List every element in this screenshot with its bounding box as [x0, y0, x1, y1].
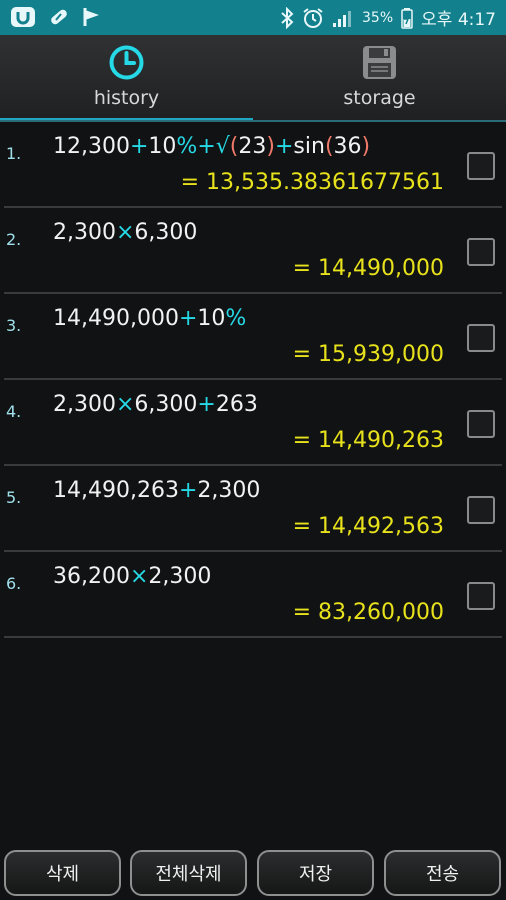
app-u-icon	[11, 7, 35, 27]
expression-operator: √	[215, 134, 230, 159]
history-row-checkbox[interactable]	[467, 152, 495, 180]
expression-operand: 10	[148, 134, 177, 159]
history-row[interactable]: 2. 2,300×6,300 = 14,490,000	[4, 208, 502, 294]
history-row-checkbox[interactable]	[467, 324, 495, 352]
history-result: = 83,260,000	[292, 600, 444, 625]
history-row[interactable]: 6. 36,200×2,300 = 83,260,000	[4, 552, 502, 638]
history-row-number: 4.	[6, 402, 22, 421]
tab-history[interactable]: history	[0, 35, 253, 122]
history-row-checkbox[interactable]	[467, 582, 495, 610]
tab-bar: history storage	[0, 35, 506, 122]
history-row-number: 3.	[6, 316, 22, 335]
history-row-checkbox[interactable]	[467, 410, 495, 438]
history-result: = 13,535.38361677561	[180, 170, 444, 195]
notification-icons	[10, 6, 102, 28]
expression-operator: ×	[129, 564, 149, 589]
history-row[interactable]: 4. 2,300×6,300+263 = 14,490,263	[4, 380, 502, 466]
history-row[interactable]: 3. 14,490,000+10% = 15,939,000	[4, 294, 502, 380]
history-row-number: 1.	[6, 144, 22, 163]
send-button[interactable]: 전송	[384, 850, 501, 896]
expression-operator: +	[178, 478, 198, 503]
expression-operator: (	[324, 134, 334, 159]
expression-operand: 12,300	[53, 134, 130, 159]
expression-operand: 36,200	[53, 564, 130, 589]
tab-storage-label: storage	[343, 87, 416, 109]
expression-operator: )	[266, 134, 275, 159]
battery-percent: 35%	[362, 9, 394, 26]
history-expression: 12,300+10%+√(23)+sin(36)	[53, 134, 370, 159]
history-row-number: 2.	[6, 230, 22, 249]
tab-history-label: history	[93, 87, 160, 109]
tab-storage[interactable]: storage	[253, 35, 506, 122]
expression-operator: +	[129, 134, 149, 159]
history-row-number: 5.	[6, 488, 22, 507]
expression-operand: 36	[333, 134, 362, 159]
history-list: 1. 12,300+10%+√(23)+sin(36) = 13,535.38361…	[0, 122, 506, 638]
history-expression: 36,200×2,300	[53, 564, 211, 589]
history-row[interactable]: 1. 12,300+10%+√(23)+sin(36) = 13,535.38361…	[4, 122, 502, 208]
expression-operator: +	[197, 392, 216, 417]
flag-icon	[83, 8, 99, 26]
alarm-icon	[303, 7, 323, 28]
bluetooth-icon	[281, 6, 294, 29]
history-expression: 14,490,263+2,300	[53, 478, 260, 503]
expression-operator: +	[178, 306, 198, 331]
expression-operand: 6,300	[134, 392, 198, 417]
expression-operand: 2,300	[148, 564, 212, 589]
expression-operator: ×	[115, 392, 135, 417]
expression-operator: +	[197, 134, 216, 159]
expression-operand: 2,300	[53, 392, 116, 417]
expression-operand: sin	[293, 134, 325, 159]
expression-operand: 6,300	[134, 220, 198, 245]
expression-operator: %	[176, 134, 198, 159]
system-tray: 35% 오후 4:17	[280, 0, 496, 35]
signal-icon	[333, 10, 352, 27]
delete-button[interactable]: 삭제	[4, 850, 121, 896]
history-result: = 14,490,263	[292, 428, 444, 453]
expression-operand: 10	[197, 306, 226, 331]
expression-operator: +	[274, 134, 294, 159]
expression-operand: 263	[215, 392, 258, 417]
history-row-checkbox[interactable]	[467, 238, 495, 266]
save-button[interactable]: 저장	[257, 850, 374, 896]
expression-operand: 2,300	[197, 478, 261, 503]
history-result: = 14,490,000	[292, 256, 444, 281]
bottom-button-bar: 삭제 전체삭제 저장 전송	[0, 845, 506, 900]
history-result: = 15,939,000	[292, 342, 444, 367]
expression-operator: %	[225, 306, 247, 331]
history-row[interactable]: 5. 14,490,263+2,300 = 14,492,563	[4, 466, 502, 552]
clock-time: 오후 4:17	[421, 10, 496, 30]
expression-operand: 23	[238, 134, 267, 159]
expression-operand: 2,300	[53, 220, 116, 245]
delete-all-button[interactable]: 전체삭제	[130, 850, 247, 896]
expression-operand: 14,490,263	[53, 478, 179, 503]
expression-operand: 14,490,000	[53, 306, 179, 331]
history-expression: 2,300×6,300	[53, 220, 197, 245]
status-bar: 35% 오후 4:17	[0, 0, 506, 35]
pill-icon	[51, 9, 67, 25]
expression-operator: )	[361, 134, 371, 159]
floppy-disk-icon	[363, 46, 396, 79]
history-row-number: 6.	[6, 574, 22, 593]
expression-operator: ×	[115, 220, 135, 245]
clock-icon	[109, 45, 144, 80]
history-expression: 14,490,000+10%	[53, 306, 246, 331]
history-result: = 14,492,563	[292, 514, 444, 539]
history-expression: 2,300×6,300+263	[53, 392, 258, 417]
battery-icon	[401, 7, 413, 29]
history-row-checkbox[interactable]	[467, 496, 495, 524]
